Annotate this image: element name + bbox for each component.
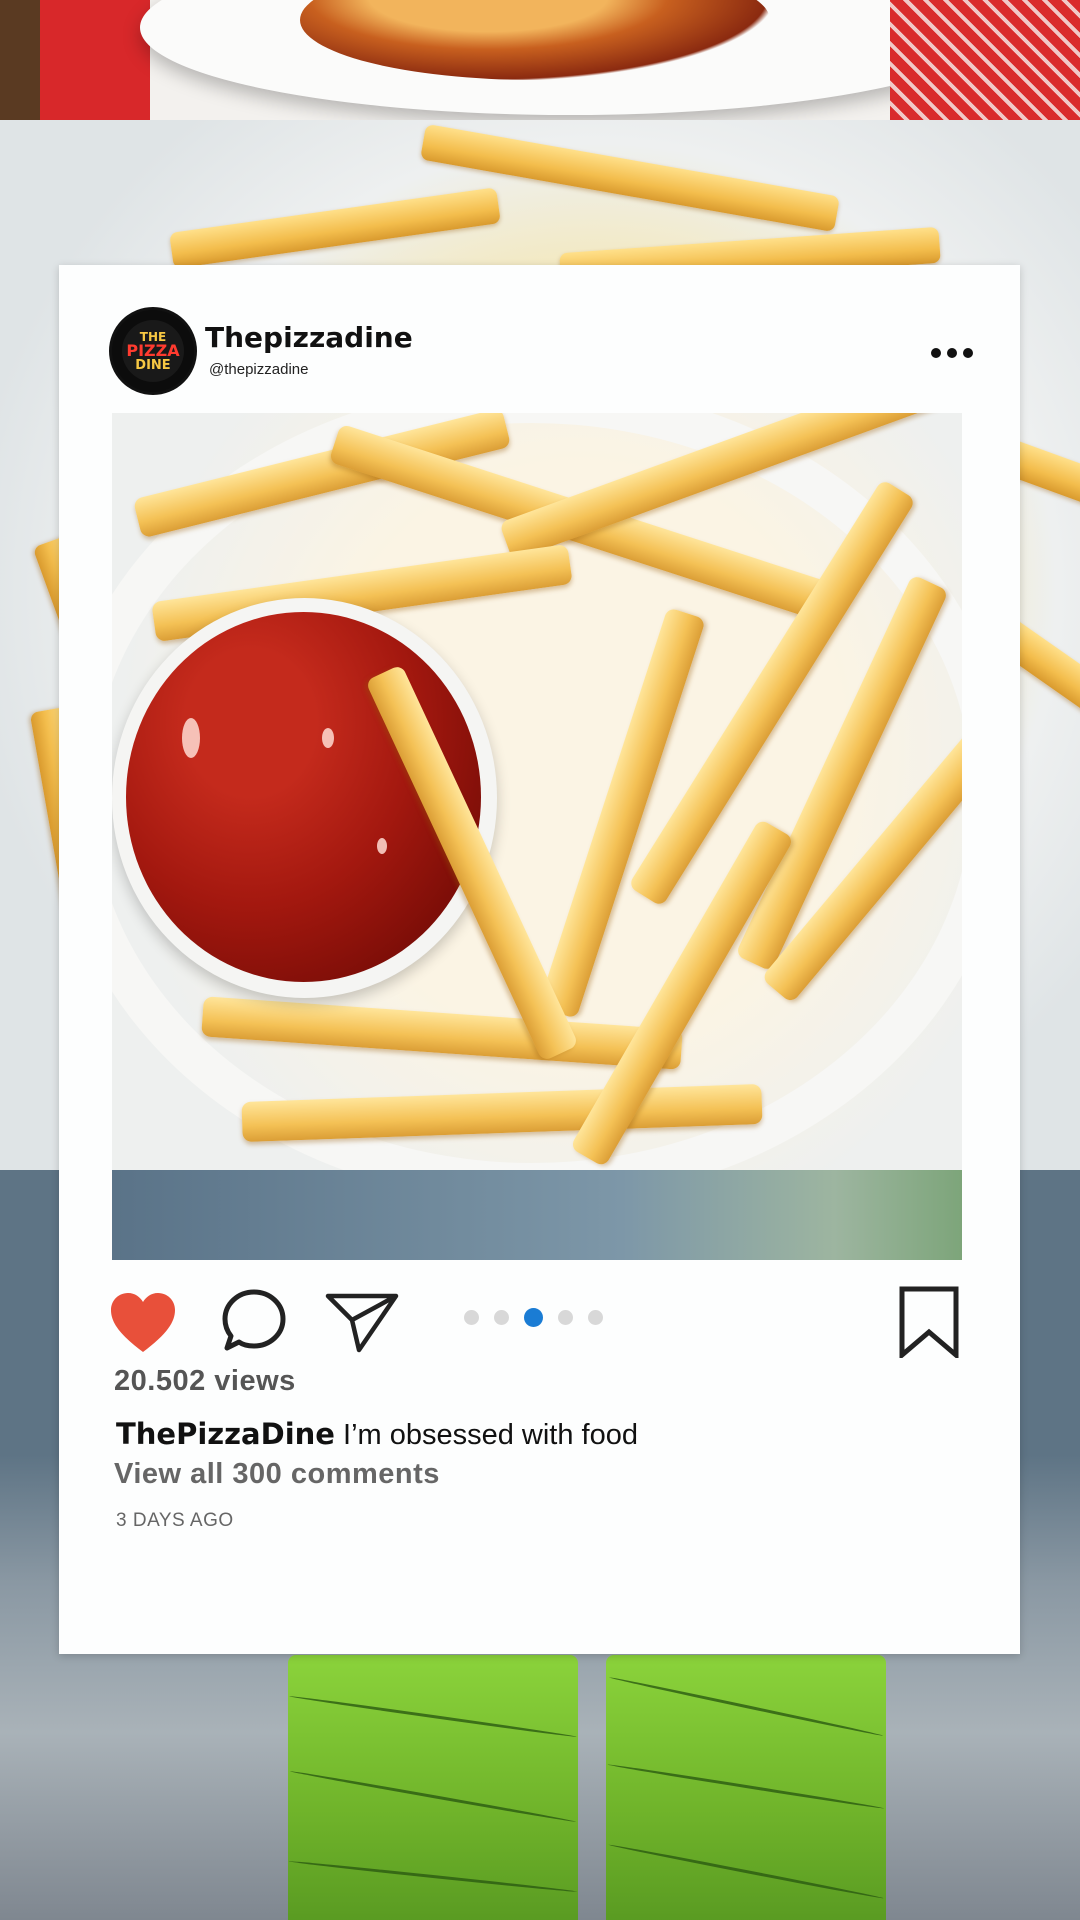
post-card: THE PIZZA DINE Thepizzadine @thepizzadin… [59,265,1020,1654]
heart-icon[interactable] [109,1292,177,1354]
view-comments-link[interactable]: View all 300 comments [114,1458,440,1491]
comment-icon[interactable] [221,1288,287,1354]
carousel-dot [558,1310,573,1325]
avatar[interactable]: THE PIZZA DINE [109,307,197,395]
post-header: THE PIZZA DINE Thepizzadine @thepizzadin… [109,307,979,399]
pizza-dine-logo: THE PIZZA DINE [122,320,184,382]
view-count: 20.502 views [114,1365,296,1397]
more-horizontal-icon[interactable] [931,341,979,365]
post-caption: ThePizzaDine I’m obsessed with food [116,1417,638,1452]
send-icon[interactable] [325,1290,399,1354]
caption-username[interactable]: ThePizzaDine [116,1417,335,1451]
user-handle[interactable]: @thepizzadine [209,361,308,378]
carousel-dot-active [524,1308,543,1327]
carousel-dot [464,1310,479,1325]
carousel-indicator [464,1308,603,1327]
carousel-dot [494,1310,509,1325]
caption-text: I’m obsessed with food [334,1419,638,1451]
display-name[interactable]: Thepizzadine [205,321,413,354]
carousel-dot [588,1310,603,1325]
post-image[interactable] [112,413,962,1260]
background-pasta-photo [0,0,1080,120]
bookmark-icon[interactable] [898,1286,960,1358]
post-timestamp: 3 DAYS AGO [116,1510,234,1531]
post-actions [109,1280,981,1360]
